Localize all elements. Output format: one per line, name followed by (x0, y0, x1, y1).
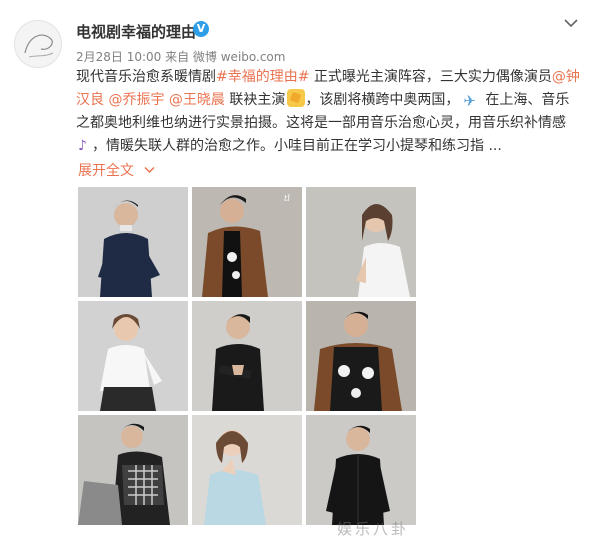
mention-link[interactable]: 汉良 (76, 92, 104, 108)
actor-photo-image (78, 301, 188, 411)
post-meta: 2月28日 10:00 来自 微博 weibo.com (76, 50, 286, 64)
text-segment: 正式曝光主演阵容，三大实力偶像演员 (309, 69, 552, 85)
actor-photo-image: tl (192, 187, 302, 297)
mention-link[interactable]: @王晓晨 (169, 92, 225, 108)
post-text: 现代音乐治愈系暖情剧#幸福的理由# 正式曝光主演阵容，三大实力偶像演员@钟 汉良… (76, 66, 580, 158)
photo-thumbnail[interactable] (306, 415, 416, 525)
music-note-emoji-icon: ♪ (78, 138, 87, 154)
actor-photo-image (306, 301, 416, 411)
airplane-emoji-icon: ✈ (463, 92, 476, 110)
chevron-down-icon[interactable] (564, 18, 578, 28)
photo-thumbnail[interactable] (306, 187, 416, 297)
mention-link[interactable]: @乔振宇 (108, 92, 164, 108)
weibo-post-card: 电视剧幸福的理由 V 2月28日 10:00 来自 微博 weibo.com 现… (0, 0, 590, 539)
svg-text:tl: tl (284, 194, 290, 203)
avatar-logo-icon (24, 34, 54, 58)
text-segment: 现代音乐治愈系暖情剧 (76, 69, 216, 85)
text-segment: 联袂主演 (224, 92, 286, 108)
expand-full-text-link[interactable]: 展开全文 (78, 160, 155, 180)
text-segment: 在上海、音乐 (485, 92, 570, 108)
watermark-text: 娱乐八卦 (337, 520, 410, 538)
photo-grid: tl (78, 187, 416, 525)
photo-thumbnail[interactable] (192, 415, 302, 525)
photo-thumbnail[interactable] (78, 187, 188, 297)
text-segment: ，情暖失联人群的治愈之作。小哇目前正在学习小提琴和练习指 ... (92, 138, 502, 154)
pointing-hand-emoji-icon (287, 89, 306, 107)
photo-thumbnail[interactable] (78, 301, 188, 411)
actor-photo-image (192, 415, 302, 525)
photo-thumbnail[interactable] (306, 301, 416, 411)
text-line-4: ♪ ，情暖失联人群的治愈之作。小哇目前正在学习小提琴和练习指 ... (76, 135, 540, 158)
text-line-1: 现代音乐治愈系暖情剧#幸福的理由# 正式曝光主演阵容，三大实力偶像演员@钟 (76, 66, 580, 89)
photo-thumbnail[interactable] (78, 415, 188, 525)
actor-photo-image (78, 415, 188, 525)
expand-label: 展开全文 (78, 163, 134, 179)
photo-thumbnail[interactable]: tl (192, 187, 302, 297)
actor-photo-image (306, 187, 416, 297)
mention-link[interactable]: @钟 (552, 69, 580, 85)
chevron-down-icon (144, 166, 155, 174)
avatar[interactable] (14, 20, 62, 68)
actor-photo-image (306, 415, 416, 525)
photo-thumbnail[interactable] (192, 301, 302, 411)
verified-badge-icon[interactable]: V (193, 21, 209, 37)
username[interactable]: 电视剧幸福的理由 (76, 21, 196, 42)
text-line-2: 汉良 @乔振宇 @王晓晨 联袂主演 ，该剧将横跨中奥两国， ✈ 在上海、音乐 (76, 89, 569, 112)
text-line-3: 之都奥地利维也纳进行实景拍摄。这将是一部用音乐治愈心灵，用音乐织补情感 (76, 112, 566, 135)
actor-photo-image (78, 187, 188, 297)
hashtag-link[interactable]: #幸福的理由# (216, 69, 309, 85)
text-segment: 之都奥地利维也纳进行实景拍摄。这将是一部用音乐治愈心灵，用音乐织补情感 (76, 115, 566, 131)
actor-photo-image (192, 301, 302, 411)
text-segment: ，该剧将横跨中奥两国， (305, 92, 460, 108)
